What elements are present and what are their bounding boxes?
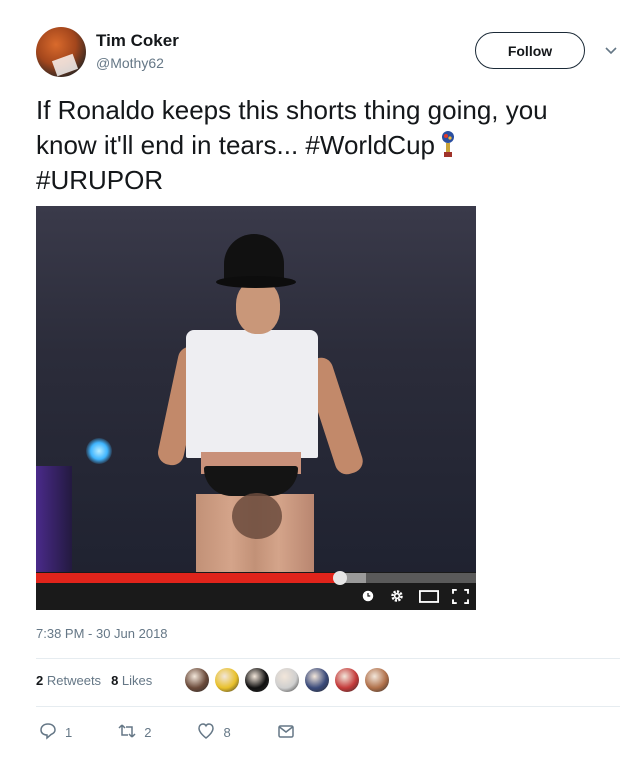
retweet-icon bbox=[118, 722, 136, 743]
tweet-stats: 2 Retweets 8 Likes bbox=[36, 673, 152, 688]
liker-avatar[interactable] bbox=[245, 668, 269, 692]
author-avatar[interactable] bbox=[36, 27, 86, 77]
author-name[interactable]: Tim Coker bbox=[96, 31, 179, 51]
envelope-icon bbox=[277, 722, 295, 743]
clock-icon[interactable] bbox=[360, 588, 376, 604]
performer-shirt bbox=[186, 330, 318, 458]
tweet-text-line-1: If Ronaldo keeps this shorts thing going… bbox=[36, 95, 548, 125]
likes-stat[interactable]: 8 Likes bbox=[111, 673, 152, 688]
performer-face bbox=[236, 280, 280, 334]
reply-count: 1 bbox=[65, 725, 73, 740]
stage-light bbox=[86, 438, 112, 464]
tweet-text: If Ronaldo keeps this shorts thing going… bbox=[36, 93, 616, 198]
stage-backdrop bbox=[36, 466, 72, 578]
tweet-text-line-2-body: know it'll end in tears... bbox=[36, 130, 306, 160]
fullscreen-icon[interactable] bbox=[450, 588, 470, 604]
hashtag-worldcup[interactable]: #WorldCup bbox=[305, 130, 435, 160]
likes-count: 8 bbox=[111, 673, 119, 688]
gear-icon[interactable] bbox=[388, 588, 406, 604]
censor-blur bbox=[232, 493, 282, 539]
retweets-count: 2 bbox=[36, 673, 44, 688]
tweet-timestamp[interactable]: 7:38 PM - 30 Jun 2018 bbox=[36, 626, 168, 641]
tweet-text-line-2: know it'll end in tears... #WorldCup bbox=[36, 128, 616, 163]
video-player[interactable] bbox=[36, 206, 476, 610]
like-button[interactable]: 8 bbox=[197, 722, 231, 743]
hashtag-urupor[interactable]: #URUPOR bbox=[36, 163, 616, 198]
tweet-actions: 1 2 8 bbox=[36, 722, 295, 743]
chevron-down-icon[interactable] bbox=[604, 44, 618, 58]
liker-avatar[interactable] bbox=[305, 668, 329, 692]
divider-bottom bbox=[36, 706, 620, 707]
follow-button[interactable]: Follow bbox=[475, 32, 585, 69]
retweets-label: Retweets bbox=[46, 673, 102, 688]
reply-icon bbox=[39, 722, 57, 743]
liker-avatar[interactable] bbox=[275, 668, 299, 692]
liker-avatar[interactable] bbox=[215, 668, 239, 692]
divider-top bbox=[36, 658, 620, 659]
liker-avatar[interactable] bbox=[185, 668, 209, 692]
performer-briefs bbox=[204, 466, 298, 496]
progress-scrubber[interactable] bbox=[332, 571, 347, 585]
theater-mode-icon[interactable] bbox=[418, 588, 440, 604]
retweets-stat[interactable]: 2 Retweets bbox=[36, 673, 101, 688]
progress-fill bbox=[36, 573, 340, 583]
liker-avatars bbox=[185, 668, 389, 692]
like-count: 8 bbox=[223, 725, 231, 740]
retweet-count: 2 bbox=[144, 725, 152, 740]
author-handle[interactable]: @Mothy62 bbox=[96, 55, 164, 71]
reply-button[interactable]: 1 bbox=[39, 722, 72, 743]
direct-message-button[interactable] bbox=[277, 722, 295, 743]
video-frame[interactable] bbox=[36, 206, 476, 578]
heart-icon bbox=[197, 722, 215, 743]
likes-label: Likes bbox=[121, 673, 153, 688]
retweet-button[interactable]: 2 bbox=[118, 722, 151, 743]
world-cup-trophy-icon bbox=[441, 130, 455, 158]
liker-avatar[interactable] bbox=[335, 668, 359, 692]
performer-hat-brim bbox=[216, 276, 296, 288]
liker-avatar[interactable] bbox=[365, 668, 389, 692]
